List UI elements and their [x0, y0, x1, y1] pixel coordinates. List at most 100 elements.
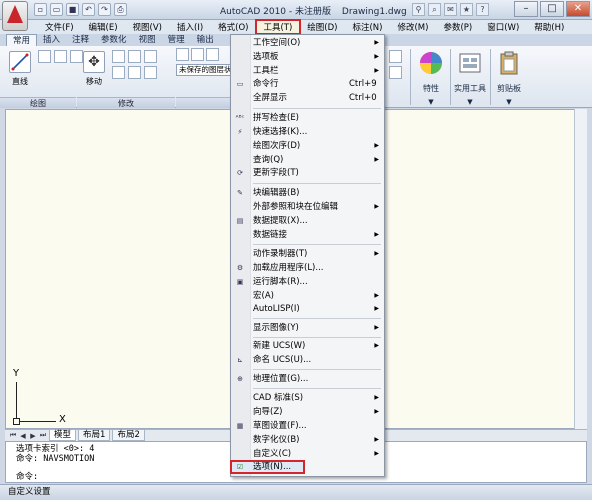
clipboard-tool[interactable]: 剪贴板 ▼ — [494, 49, 524, 106]
menu-tools[interactable]: 工具(T) — [255, 19, 302, 35]
menu-item-workspaces[interactable]: 工作空间(O) ▶ — [231, 37, 384, 49]
layer-tools-grid — [176, 48, 219, 61]
menu-item-draw-order[interactable]: 绘图次序(D) ▶ — [231, 140, 384, 152]
menu-item-inquiry[interactable]: 查询(Q) ▶ — [231, 154, 384, 166]
menu-item-autolisp[interactable]: AutoLISP(I) ▶ — [231, 303, 384, 315]
menu-item-cad-standards[interactable]: CAD 标准(S) ▶ — [231, 392, 384, 404]
tab-parametric[interactable]: 参数化 — [95, 34, 133, 46]
first-tab-icon[interactable]: ⏮ — [9, 431, 17, 440]
layer-properties-icon[interactable] — [176, 48, 189, 61]
properties-tool[interactable]: 特性 ▼ — [416, 49, 446, 106]
last-tab-icon[interactable]: ⏭ — [39, 431, 47, 440]
next-tab-icon[interactable]: ▶ — [29, 432, 37, 440]
menu-item-options[interactable]: ☑ 选项(N)... — [230, 460, 305, 474]
line-tool[interactable]: 直线 — [6, 51, 34, 87]
menu-item-fullscreen[interactable]: 全屏显示 Ctrl+0 — [231, 92, 384, 104]
menu-view[interactable]: 视图(V) — [126, 20, 170, 34]
tab-home[interactable]: 常用 — [6, 34, 38, 46]
mirror-icon[interactable] — [112, 66, 125, 79]
menu-item-wizards[interactable]: 向导(Z) ▶ — [231, 406, 384, 418]
tab-layout1[interactable]: 布局1 — [78, 430, 111, 441]
search-icon[interactable]: ⌕ — [428, 3, 441, 16]
menu-item-update-fields[interactable]: ⟳ 更新字段(T) — [231, 167, 384, 179]
menu-draw[interactable]: 绘图(D) — [300, 20, 345, 34]
menu-item-xref-edit[interactable]: 外部参照和块在位编辑 ▶ — [231, 201, 384, 213]
menu-format[interactable]: 格式(O) — [211, 20, 256, 34]
layer-state-icon[interactable] — [191, 48, 204, 61]
undo-icon[interactable]: ↶ — [82, 3, 95, 16]
tab-view[interactable]: 视图 — [133, 34, 162, 46]
menu-dimension[interactable]: 标注(N) — [345, 20, 390, 34]
circle-icon[interactable] — [54, 50, 67, 63]
trim-icon[interactable] — [128, 50, 141, 63]
polyline-icon[interactable] — [38, 50, 51, 63]
menu-item-drafting-settings[interactable]: ▦ 草图设置(F)... — [231, 420, 384, 432]
tab-output[interactable]: 输出 — [191, 34, 220, 46]
modify-panel-title[interactable]: 修改 — [77, 97, 175, 108]
text-icon[interactable] — [389, 50, 402, 63]
menu-item-quick-select[interactable]: ⚡ 快速选择(K)... — [231, 126, 384, 138]
menu-item-run-script[interactable]: ▣ 运行脚本(R)... — [231, 276, 384, 288]
utilities-label: 实用工具 — [454, 84, 486, 93]
fillet-icon[interactable] — [128, 66, 141, 79]
menu-item-macro[interactable]: 宏(A) ▶ — [231, 290, 384, 302]
layer-freeze-icon[interactable] — [206, 48, 219, 61]
run-script-icon: ▣ — [236, 278, 244, 286]
tab-manage[interactable]: 管理 — [162, 34, 191, 46]
rotate-icon[interactable] — [112, 50, 125, 63]
tab-annotate[interactable]: 注释 — [66, 34, 95, 46]
menu-parametric[interactable]: 参数(P) — [436, 20, 480, 34]
prev-tab-icon[interactable]: ◀ — [19, 432, 27, 440]
close-button[interactable]: ✕ — [566, 1, 590, 17]
stretch-icon[interactable] — [144, 66, 157, 79]
menu-item-spell-check[interactable]: ᴬᴮᶜ 拼写检查(E) — [231, 112, 384, 124]
layers-panel-title[interactable] — [176, 97, 232, 108]
save-icon[interactable]: ■ — [66, 3, 79, 16]
chevron-down-icon: ▼ — [467, 98, 473, 106]
application-button[interactable] — [2, 1, 28, 31]
menu-item-command-line[interactable]: ▭ 命令行 Ctrl+9 — [231, 78, 384, 90]
menu-item-new-ucs[interactable]: 新建 UCS(W) ▶ — [231, 340, 384, 352]
tab-model[interactable]: 模型 — [49, 430, 77, 441]
menu-help[interactable]: 帮助(H) — [527, 20, 572, 34]
submenu-arrow-icon: ▶ — [374, 342, 379, 349]
help-icon[interactable]: ? — [476, 3, 489, 16]
menu-item-data-links[interactable]: 数据链接 ▶ — [231, 229, 384, 241]
menu-item-palettes[interactable]: 选项板 ▶ — [231, 51, 384, 63]
submenu-arrow-icon: ▶ — [374, 156, 379, 163]
plot-icon[interactable]: ⎙ — [114, 3, 127, 16]
binoculars-icon[interactable]: ⚲ — [412, 3, 425, 16]
copy-icon[interactable] — [144, 50, 157, 63]
menu-item-display-image[interactable]: 显示图像(Y) ▶ — [231, 322, 384, 334]
open-icon[interactable]: ▭ — [50, 3, 63, 16]
move-tool[interactable]: ✥ 移动 — [80, 51, 108, 87]
menu-item-tablet[interactable]: 数字化仪(B) ▶ — [231, 434, 384, 446]
menu-item-load-application[interactable]: ⚙ 加载应用程序(L)... — [231, 262, 384, 274]
minimize-button[interactable]: – — [514, 1, 538, 17]
utilities-tool[interactable]: 实用工具 ▼ — [452, 49, 488, 106]
menu-item-geo-location[interactable]: ⊕ 地理位置(G)... — [231, 373, 384, 385]
favorites-icon[interactable]: ★ — [460, 3, 473, 16]
menu-modify[interactable]: 修改(M) — [390, 20, 436, 34]
dimension-icon[interactable] — [389, 66, 402, 79]
tab-insert[interactable]: 插入 — [37, 34, 66, 46]
redo-icon[interactable]: ↷ — [98, 3, 111, 16]
menu-item-action-recorder[interactable]: 动作录制器(T) ▶ — [231, 248, 384, 260]
maximize-button[interactable]: □ — [540, 1, 564, 17]
command-input[interactable]: 命令: — [16, 472, 38, 482]
new-icon[interactable]: ▫ — [34, 3, 47, 16]
menu-item-toolbars[interactable]: 工具栏 ▶ — [231, 65, 384, 77]
menu-file[interactable]: 文件(F) — [38, 20, 82, 34]
layer-state-dropdown[interactable]: 未保存的图层状 — [176, 64, 233, 76]
menu-edit[interactable]: 编辑(E) — [82, 20, 126, 34]
menu-window[interactable]: 窗口(W) — [480, 20, 527, 34]
menu-item-customize[interactable]: 自定义(C) ▶ — [231, 448, 384, 460]
menu-item-data-extraction[interactable]: ▤ 数据提取(X)... — [231, 215, 384, 227]
menu-item-named-ucs[interactable]: ⊾ 命名 UCS(U)... — [231, 354, 384, 366]
menu-insert[interactable]: 插入(I) — [170, 20, 211, 34]
menu-item-block-editor[interactable]: ✎ 块编辑器(B) — [231, 187, 384, 199]
draw-panel-title[interactable]: 绘图 — [0, 97, 76, 108]
vertical-scrollbar[interactable] — [574, 109, 587, 429]
communication-icon[interactable]: ✉ — [444, 3, 457, 16]
tab-layout2[interactable]: 布局2 — [112, 430, 145, 441]
